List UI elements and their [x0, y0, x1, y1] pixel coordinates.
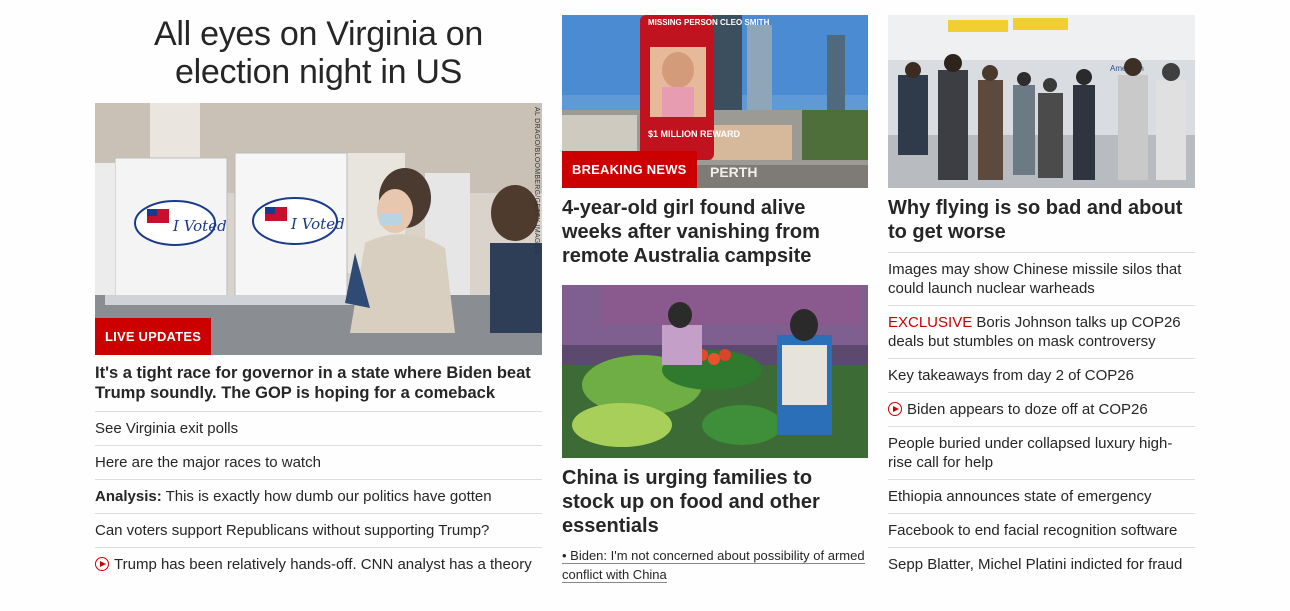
perth-story-headline[interactable]: 4-year-old girl found alive weeks after …	[562, 188, 868, 268]
exclusive-label: EXCLUSIVE	[888, 314, 973, 331]
lead-story-column: All eyes on Virginia on election night i…	[95, 0, 542, 581]
live-updates-badge[interactable]: LIVE UPDATES	[95, 318, 212, 355]
tertiary-story-column: American Why flying is so bad and about …	[888, 0, 1195, 581]
play-circle-icon	[95, 557, 109, 571]
story-link[interactable]: Key takeaways from day 2 of COP26	[888, 359, 1195, 393]
play-circle-icon	[888, 402, 902, 416]
flying-story-image[interactable]: American	[888, 15, 1195, 188]
breaking-news-badge[interactable]: BREAKING NEWS	[562, 151, 697, 188]
billboard-top-text: MISSING PERSON CLEO SMITH	[648, 18, 770, 27]
flying-story-headline[interactable]: Why flying is so bad and about to get wo…	[888, 188, 1195, 253]
lead-story-related-links: See Virginia exit polls Here are the maj…	[95, 412, 542, 581]
lead-story-image[interactable]: I Voted I Voted AL DRAGO/BLOOMBERG/GETTY…	[95, 103, 542, 355]
story-link[interactable]: Sepp Blatter, Michel Platini indicted fo…	[888, 548, 1195, 581]
market-photo	[562, 285, 868, 458]
story-link[interactable]: Facebook to end facial recognition softw…	[888, 514, 1195, 548]
sticker-text: I Voted	[290, 215, 345, 233]
photo-credit: AL DRAGO/BLOOMBERG/GETTY IMAGES	[533, 107, 540, 254]
sticker-text: I Voted	[172, 217, 227, 235]
china-story-headline[interactable]: China is urging families to stock up on …	[562, 458, 868, 538]
story-link[interactable]: People buried under collapsed luxury hig…	[888, 427, 1195, 480]
more-top-stories-list: Images may show Chinese missile silos th…	[888, 253, 1195, 581]
analysis-label: Analysis:	[95, 488, 162, 505]
story-link[interactable]: Ethiopia announces state of emergency	[888, 480, 1195, 514]
airport-photo: American	[888, 15, 1195, 188]
perth-sign-text: PERTH	[710, 164, 757, 180]
billboard-bottom-text: $1 MILLION REWARD	[648, 129, 741, 139]
perth-story-image[interactable]: MISSING PERSON CLEO SMITH $1 MILLION REW…	[562, 15, 868, 188]
secondary-story-column: MISSING PERSON CLEO SMITH $1 MILLION REW…	[562, 0, 868, 584]
story-link[interactable]: EXCLUSIVE Boris Johnson talks up COP26 d…	[888, 306, 1195, 359]
related-link[interactable]: Can voters support Republicans without s…	[95, 514, 542, 548]
related-video-link[interactable]: Trump has been relatively hands-off. CNN…	[95, 548, 542, 581]
story-link[interactable]: Images may show Chinese missile silos th…	[888, 253, 1195, 306]
lead-story-title[interactable]: All eyes on Virginia on election night i…	[95, 0, 542, 91]
china-story-image[interactable]	[562, 285, 868, 458]
lead-story-headline[interactable]: It's a tight race for governor in a stat…	[95, 355, 542, 412]
video-story-link[interactable]: Biden appears to doze off at COP26	[888, 393, 1195, 427]
china-related-link[interactable]: • Biden: I'm not concerned about possibi…	[562, 538, 868, 584]
related-link[interactable]: See Virginia exit polls	[95, 412, 542, 446]
related-link[interactable]: Here are the major races to watch	[95, 446, 542, 480]
related-link[interactable]: Analysis: This is exactly how dumb our p…	[95, 480, 542, 514]
